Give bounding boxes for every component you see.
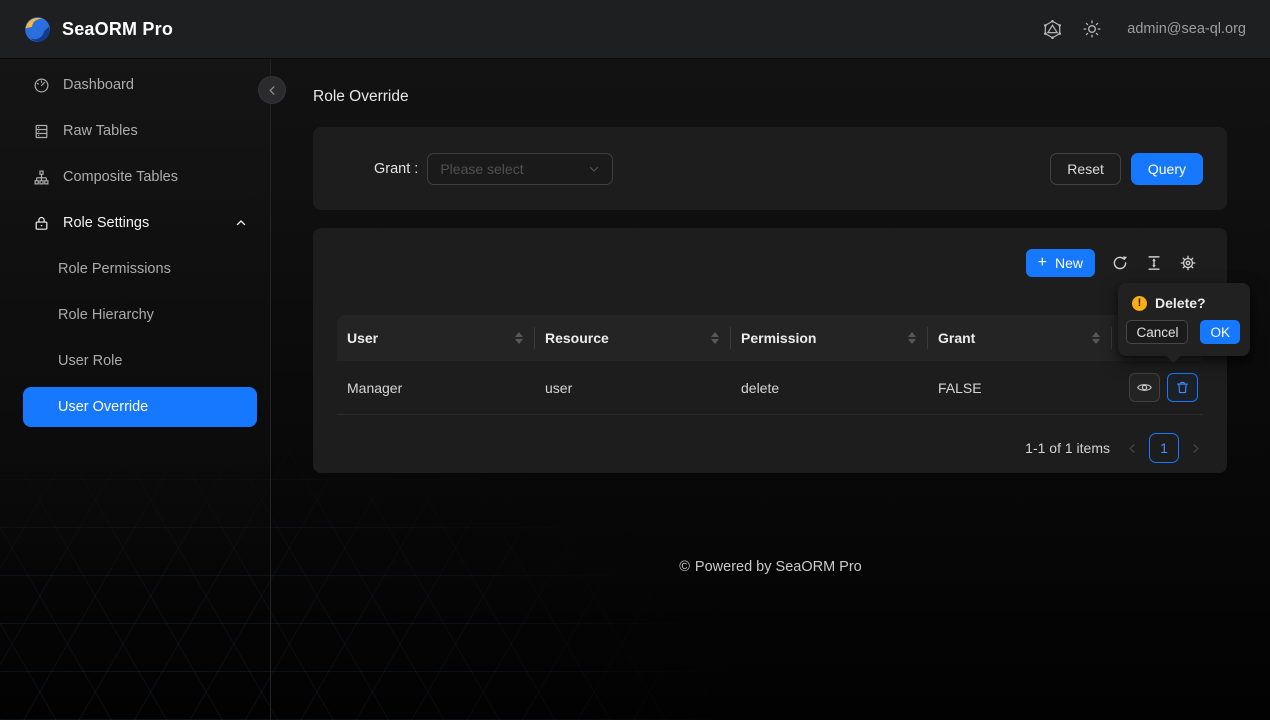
settings-gear-icon[interactable]	[1179, 254, 1197, 272]
table-header-row: User Resource Permission Grant	[337, 315, 1203, 361]
footer: © Powered by SeaORM Pro	[271, 559, 1270, 575]
chevron-left-icon	[267, 85, 278, 96]
sidebar-item-user-role[interactable]: User Role	[23, 341, 257, 381]
brand-name: SeaORM Pro	[62, 19, 173, 40]
delete-row-button[interactable]	[1167, 373, 1198, 402]
column-header-user[interactable]: User	[337, 315, 535, 361]
app-root: SeaORM Pro	[0, 0, 1270, 720]
sidebar-collapse-button[interactable]	[258, 76, 286, 104]
pagination-next-icon[interactable]	[1188, 443, 1203, 454]
sidebar: Dashboard Raw Tables	[0, 59, 271, 720]
filter-panel: Grant : Please select Reset Query	[313, 127, 1227, 210]
sidebar-subitem-label: Role Hierarchy	[58, 307, 154, 323]
sidebar-item-label: Raw Tables	[63, 123, 247, 139]
trash-icon	[1175, 380, 1190, 395]
sorter-icon	[1092, 332, 1100, 344]
copyright-icon: ©	[679, 559, 690, 575]
sidebar-item-role-permissions[interactable]: Role Permissions	[23, 249, 257, 289]
sidebar-subitem-label: User Role	[58, 353, 122, 369]
eye-icon	[1136, 379, 1153, 396]
new-button-label: New	[1055, 255, 1083, 271]
reload-icon[interactable]	[1111, 254, 1129, 272]
pagination: 1-1 of 1 items 1	[1025, 432, 1203, 464]
popconfirm-cancel-button[interactable]: Cancel	[1126, 320, 1188, 344]
pagination-total: 1-1 of 1 items	[1025, 440, 1110, 456]
new-button[interactable]: + New	[1026, 249, 1095, 277]
page-title: Role Override	[313, 88, 409, 106]
sidebar-item-label: Composite Tables	[63, 169, 247, 185]
dashboard-icon	[33, 77, 50, 94]
brand: SeaORM Pro	[24, 16, 173, 43]
graphql-icon[interactable]	[1042, 19, 1063, 40]
warning-icon: !	[1132, 296, 1147, 311]
lock-icon	[33, 215, 50, 232]
user-email[interactable]: admin@sea-ql.org	[1127, 21, 1246, 37]
seaorm-logo-icon	[24, 16, 51, 43]
view-row-button[interactable]	[1129, 373, 1160, 402]
column-header-resource[interactable]: Resource	[535, 315, 731, 361]
sidebar-item-raw-tables[interactable]: Raw Tables	[23, 111, 257, 151]
top-bar-right: admin@sea-ql.org	[1042, 19, 1246, 40]
cell-user: Manager	[337, 380, 535, 396]
results-panel: + New	[313, 228, 1227, 473]
cell-resource: user	[535, 380, 731, 396]
sidebar-item-composite-tables[interactable]: Composite Tables	[23, 157, 257, 197]
sorter-icon	[515, 332, 523, 344]
sidebar-subitem-label: User Override	[58, 399, 148, 415]
cell-actions	[1112, 373, 1203, 402]
sidebar-nav: Dashboard Raw Tables	[0, 59, 270, 427]
chevron-down-icon	[588, 163, 600, 175]
delete-popconfirm: ! Delete? Cancel OK	[1118, 283, 1250, 356]
pagination-prev-icon[interactable]	[1125, 443, 1140, 454]
grant-select-placeholder: Please select	[440, 161, 588, 177]
popconfirm-title: Delete?	[1155, 295, 1206, 311]
theme-sun-icon[interactable]	[1082, 19, 1102, 39]
sorter-icon	[908, 332, 916, 344]
sidebar-item-dashboard[interactable]: Dashboard	[23, 65, 257, 105]
grant-filter-label: Grant :	[374, 161, 418, 177]
raw-tables-icon	[33, 123, 50, 140]
sidebar-item-role-settings[interactable]: Role Settings	[23, 203, 257, 243]
sidebar-item-user-override[interactable]: User Override	[23, 387, 257, 427]
pagination-page-1[interactable]: 1	[1149, 433, 1179, 463]
column-header-permission[interactable]: Permission	[731, 315, 928, 361]
footer-text: Powered by SeaORM Pro	[695, 559, 862, 575]
grant-select[interactable]: Please select	[427, 153, 613, 185]
sorter-icon	[711, 332, 719, 344]
composite-tables-icon	[33, 169, 50, 186]
sidebar-subitem-label: Role Permissions	[58, 261, 171, 277]
table-row: Manager user delete FALSE	[337, 361, 1203, 415]
plus-icon: +	[1038, 255, 1047, 271]
table-toolbar: + New	[1026, 249, 1197, 277]
query-button[interactable]: Query	[1131, 153, 1203, 185]
chevron-up-icon	[235, 217, 247, 229]
reset-button[interactable]: Reset	[1050, 153, 1121, 185]
top-bar: SeaORM Pro	[0, 0, 1270, 59]
sidebar-item-label: Role Settings	[63, 215, 222, 231]
cell-permission: delete	[731, 380, 928, 396]
popconfirm-ok-button[interactable]: OK	[1200, 320, 1240, 344]
cell-grant: FALSE	[928, 380, 1112, 396]
sidebar-item-label: Dashboard	[63, 77, 247, 93]
column-header-grant[interactable]: Grant	[928, 315, 1112, 361]
sidebar-item-role-hierarchy[interactable]: Role Hierarchy	[23, 295, 257, 335]
column-height-icon[interactable]	[1145, 254, 1163, 272]
